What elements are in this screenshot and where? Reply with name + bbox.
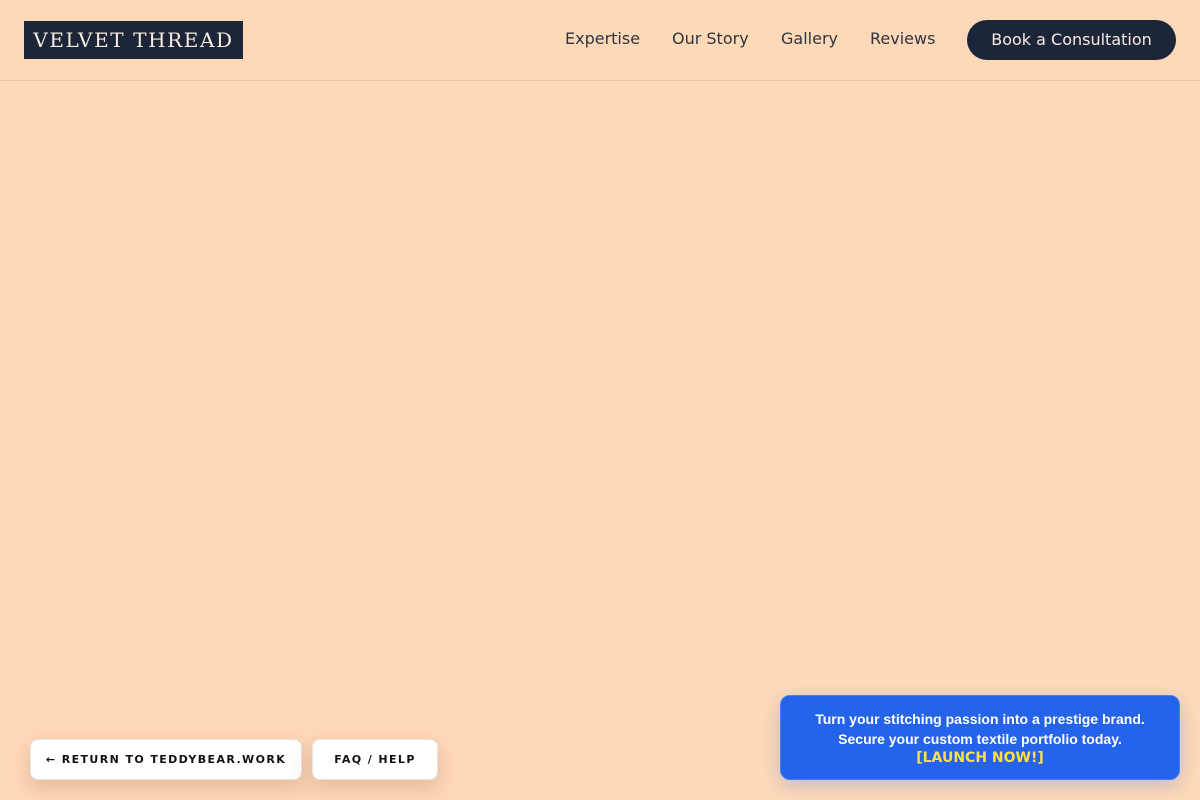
nav-link-gallery[interactable]: Gallery (781, 28, 838, 50)
launch-now-link[interactable]: [LAUNCH NOW!] (781, 749, 1179, 768)
promo-banner[interactable]: Turn your stitching passion into a prest… (780, 695, 1180, 780)
book-consultation-button[interactable]: Book a Consultation (967, 20, 1176, 60)
promo-line-2: Secure your custom textile portfolio tod… (838, 731, 1122, 747)
nav-link-reviews[interactable]: Reviews (870, 28, 935, 50)
promo-line-1: Turn your stitching passion into a prest… (815, 711, 1145, 727)
site-header: VELVET THREAD Expertise Our Story Galler… (0, 0, 1200, 81)
nav-link-our-story[interactable]: Our Story (672, 28, 749, 50)
return-to-teddybear-button[interactable]: ← RETURN TO TEDDYBEAR.WORK (30, 739, 302, 780)
faq-help-button[interactable]: FAQ / HELP (312, 739, 438, 780)
brand-logo[interactable]: VELVET THREAD (24, 21, 243, 59)
nav-link-expertise[interactable]: Expertise (565, 28, 640, 50)
